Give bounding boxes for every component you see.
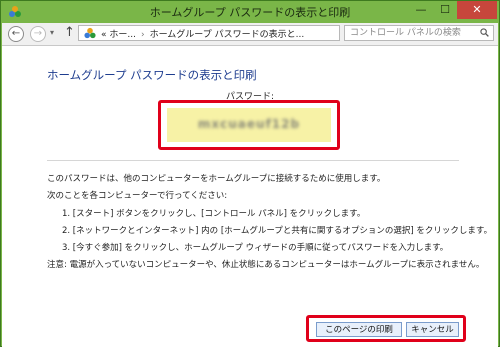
address-field[interactable]: « ホー...›ホームグループ パスワードの表示と... ▾ ↻ [78,25,411,41]
address-bar: ← → ▾ ↑ « ホー...›ホームグループ パスワードの表示と... ▾ ↻ [2,23,498,46]
password-value: mxcuaeuf12b [197,117,301,131]
close-button[interactable]: ✕ [457,1,497,19]
maximize-button[interactable]: ☐ [433,1,457,19]
breadcrumb-item-parent[interactable]: « ホー... [101,30,136,40]
breadcrumb-item-current[interactable]: ホームグループ パスワードの表示と... [150,30,305,40]
breadcrumb: « ホー... › ホームグループ パスワードの表示と... [101,27,304,40]
search-box [344,25,494,41]
search-icon[interactable] [480,28,489,37]
homegroup-icon [84,27,96,39]
instruction-lead: 次のことを各コンピューターで行ってください: [47,191,228,201]
search-input[interactable] [345,26,480,40]
instruction-step-3: 3. [今すぐ参加] をクリックし、ホームグループ ウィザードの手順に従ってパス… [62,243,449,253]
recent-pages-dropdown[interactable]: ▾ [50,28,54,37]
window: ホームグループ パスワードの表示と印刷 — ☐ ✕ ← → ▾ ↑ « ホー..… [0,0,500,347]
page-title: ホームグループ パスワードの表示と印刷 [47,68,257,82]
password-box: mxcuaeuf12b [167,108,331,142]
back-button[interactable]: ← [8,26,24,42]
password-highlight-frame: mxcuaeuf12b [158,100,340,150]
print-page-button[interactable]: このページの印刷 [316,322,402,337]
title-bar[interactable]: ホームグループ パスワードの表示と印刷 — ☐ ✕ [1,1,499,23]
content-pane: ホームグループ パスワードの表示と印刷 パスワード: mxcuaeuf12b こ… [2,46,498,347]
divider [47,160,459,161]
instruction-step-2: 2. [ネットワークとインターネット] 内の [ホームグループと共有に関するオプ… [62,226,493,236]
instruction-note: 注意: 電源が入っていないコンピューターや、休止状態にあるコンピューターはホーム… [47,260,485,270]
instruction-intro: このパスワードは、他のコンピューターをホームグループに接続するために使用します。 [47,174,386,184]
buttons-highlight-frame: このページの印刷 キャンセル [306,315,466,342]
cancel-button[interactable]: キャンセル [406,322,459,337]
up-button[interactable]: ↑ [64,25,75,40]
breadcrumb-separator: › [140,30,145,40]
minimize-button[interactable]: — [409,1,433,19]
instruction-step-1: 1. [スタート] ボタンをクリックし、[コントロール パネル] をクリックしま… [62,209,366,219]
forward-button[interactable]: → [30,26,46,42]
